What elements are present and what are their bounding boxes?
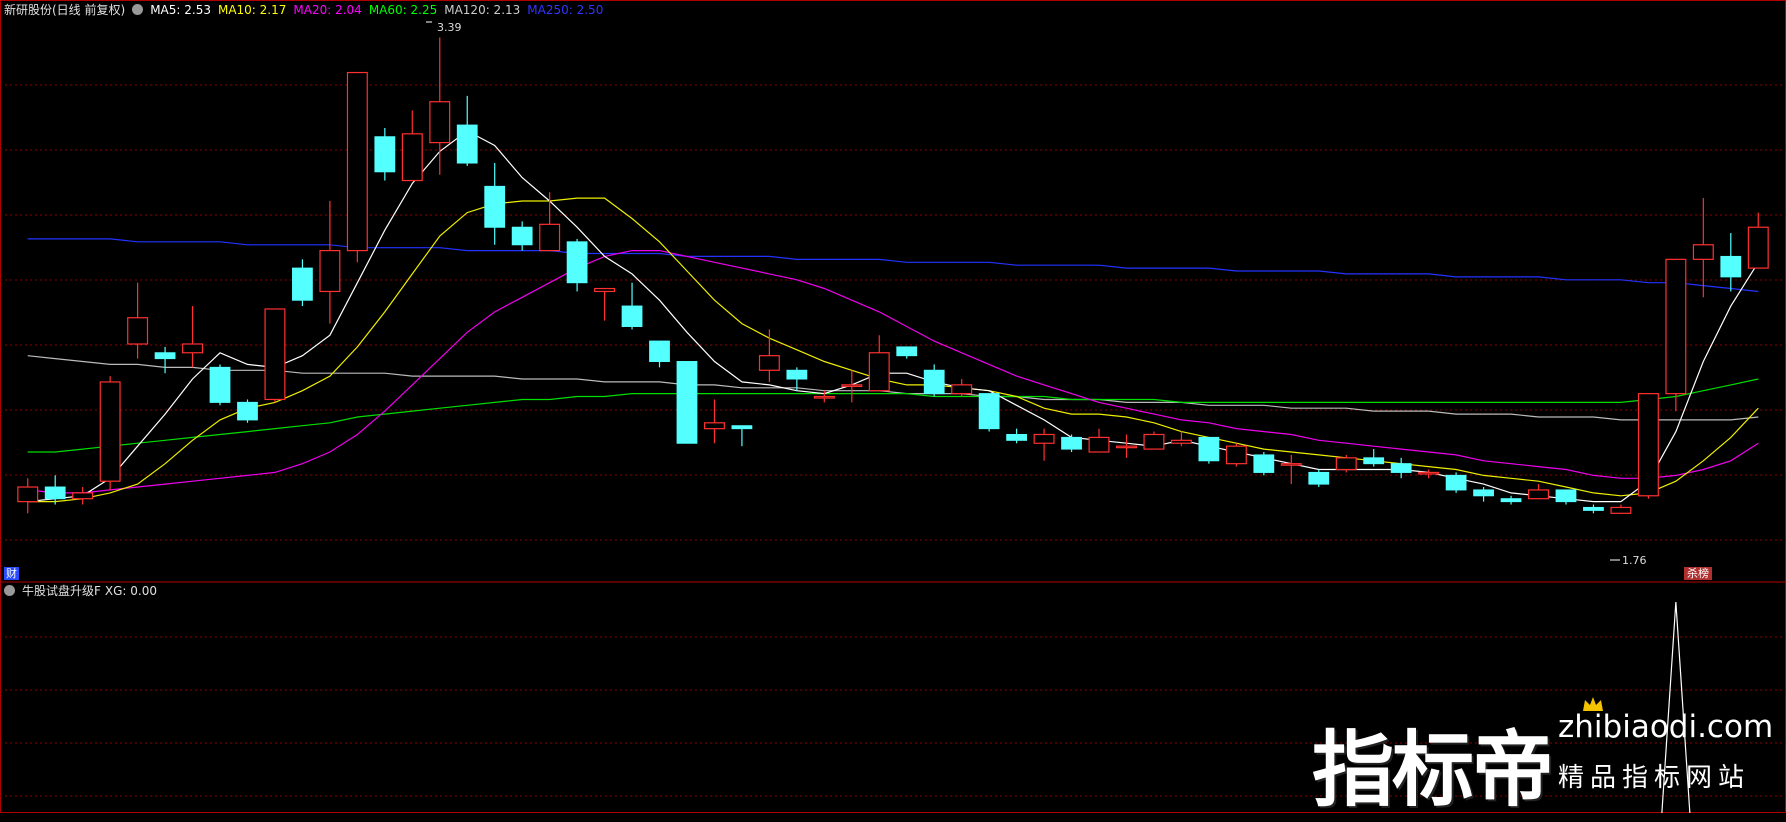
main-chart-header: 新研股份(日线 前复权) MA5: 2.53 MA10: 2.17 MA20: 2.0… [4,3,610,17]
ma5-line [27,130,1759,503]
ma60-line [27,378,1759,453]
candle-53 [1473,487,1494,502]
candle-4 [127,282,149,359]
candle-43 [1198,436,1220,464]
candle-48 [1335,454,1357,473]
indicator-gear-icon[interactable] [4,585,15,596]
watermark-url: zhibiaodi.com [1558,709,1774,745]
candle-8 [237,399,258,423]
candle-41 [1143,431,1165,450]
candle-54 [1500,495,1522,505]
candlesticks [17,37,1769,514]
candle-15 [429,37,451,175]
candle-32 [896,346,918,359]
settings-gear-icon[interactable] [132,4,144,15]
candle-11 [319,200,341,324]
candle-30 [841,370,863,403]
candle-21 [594,287,616,321]
candle-18 [511,221,533,251]
candle-23 [649,340,670,368]
candle-12 [346,71,368,263]
candle-22 [621,282,643,330]
candle-20 [566,238,588,292]
candle-39 [1088,428,1110,453]
candle-37 [1033,428,1055,461]
watermark: 指标帝 zhibiaodi.com 精品指标网站 [1312,685,1774,818]
right-badge: 杀榜 [1684,567,1712,580]
candle-56 [1555,489,1577,505]
candle-61 [1692,198,1714,298]
ma10-label: MA10: 2.17 [217,3,287,17]
watermark-logo-text: 指标帝 [1312,723,1554,818]
candle-33 [923,364,945,397]
candle-50 [1390,457,1412,479]
indicator-title: 牛股试盘升级F [22,584,101,598]
left-badge: 财 [4,567,19,580]
candle-55 [1528,484,1550,500]
candle-63 [1747,212,1769,269]
ma250-line [27,238,1759,293]
candle-35 [978,393,1000,432]
candle-0 [17,478,39,514]
candle-2 [72,487,94,505]
candle-5 [154,346,176,374]
ma20-label: MA20: 2.04 [293,3,362,17]
candle-44 [1225,443,1247,467]
candle-7 [209,364,231,406]
candle-51 [1418,469,1440,479]
candle-14 [401,110,423,182]
ma250-label: MA250: 2.50 [527,3,604,17]
candle-9 [264,308,286,403]
ma60-label: MA60: 2.25 [368,3,438,17]
indicator-header: 牛股试盘升级F XG: 0.00 [4,584,164,598]
moving-average-lines [27,130,1759,503]
watermark-subtitle: 精品指标网站 [1558,763,1751,793]
candle-59 [1637,393,1659,499]
ma10-line [27,197,1759,503]
candle-26 [731,425,753,447]
candle-42 [1170,431,1192,447]
candle-49 [1363,449,1385,467]
candle-24 [676,361,698,444]
candle-25 [703,399,725,444]
indicator-xg-value: XG: 0.00 [104,584,158,598]
candle-36 [1006,428,1027,444]
candle-46 [1280,454,1302,485]
ma120-label: MA120: 2.13 [444,3,521,17]
candle-52 [1445,472,1467,493]
candle-16 [456,95,478,166]
candle-31 [868,335,890,392]
candle-34 [951,379,973,397]
ma5-label: MA5: 2.53 [150,3,211,17]
candle-62 [1720,233,1742,292]
high-label: 3.39 [437,21,462,34]
candle-60 [1665,258,1687,412]
candle-1 [44,475,66,505]
candle-47 [1308,469,1330,488]
candle-40 [1115,434,1137,458]
stock-title: 新研股份(日线 前复权) [4,3,126,17]
candle-13 [374,128,396,181]
candle-58 [1610,504,1632,514]
candle-57 [1583,504,1604,514]
candle-3 [99,376,121,490]
candle-45 [1253,452,1275,476]
ma120-line [27,355,1759,421]
candle-38 [1061,434,1082,452]
candle-27 [758,329,780,382]
candle-6 [182,306,204,368]
low-label: 1.76 [1622,554,1647,567]
candle-17 [484,163,506,245]
candle-10 [292,259,313,307]
